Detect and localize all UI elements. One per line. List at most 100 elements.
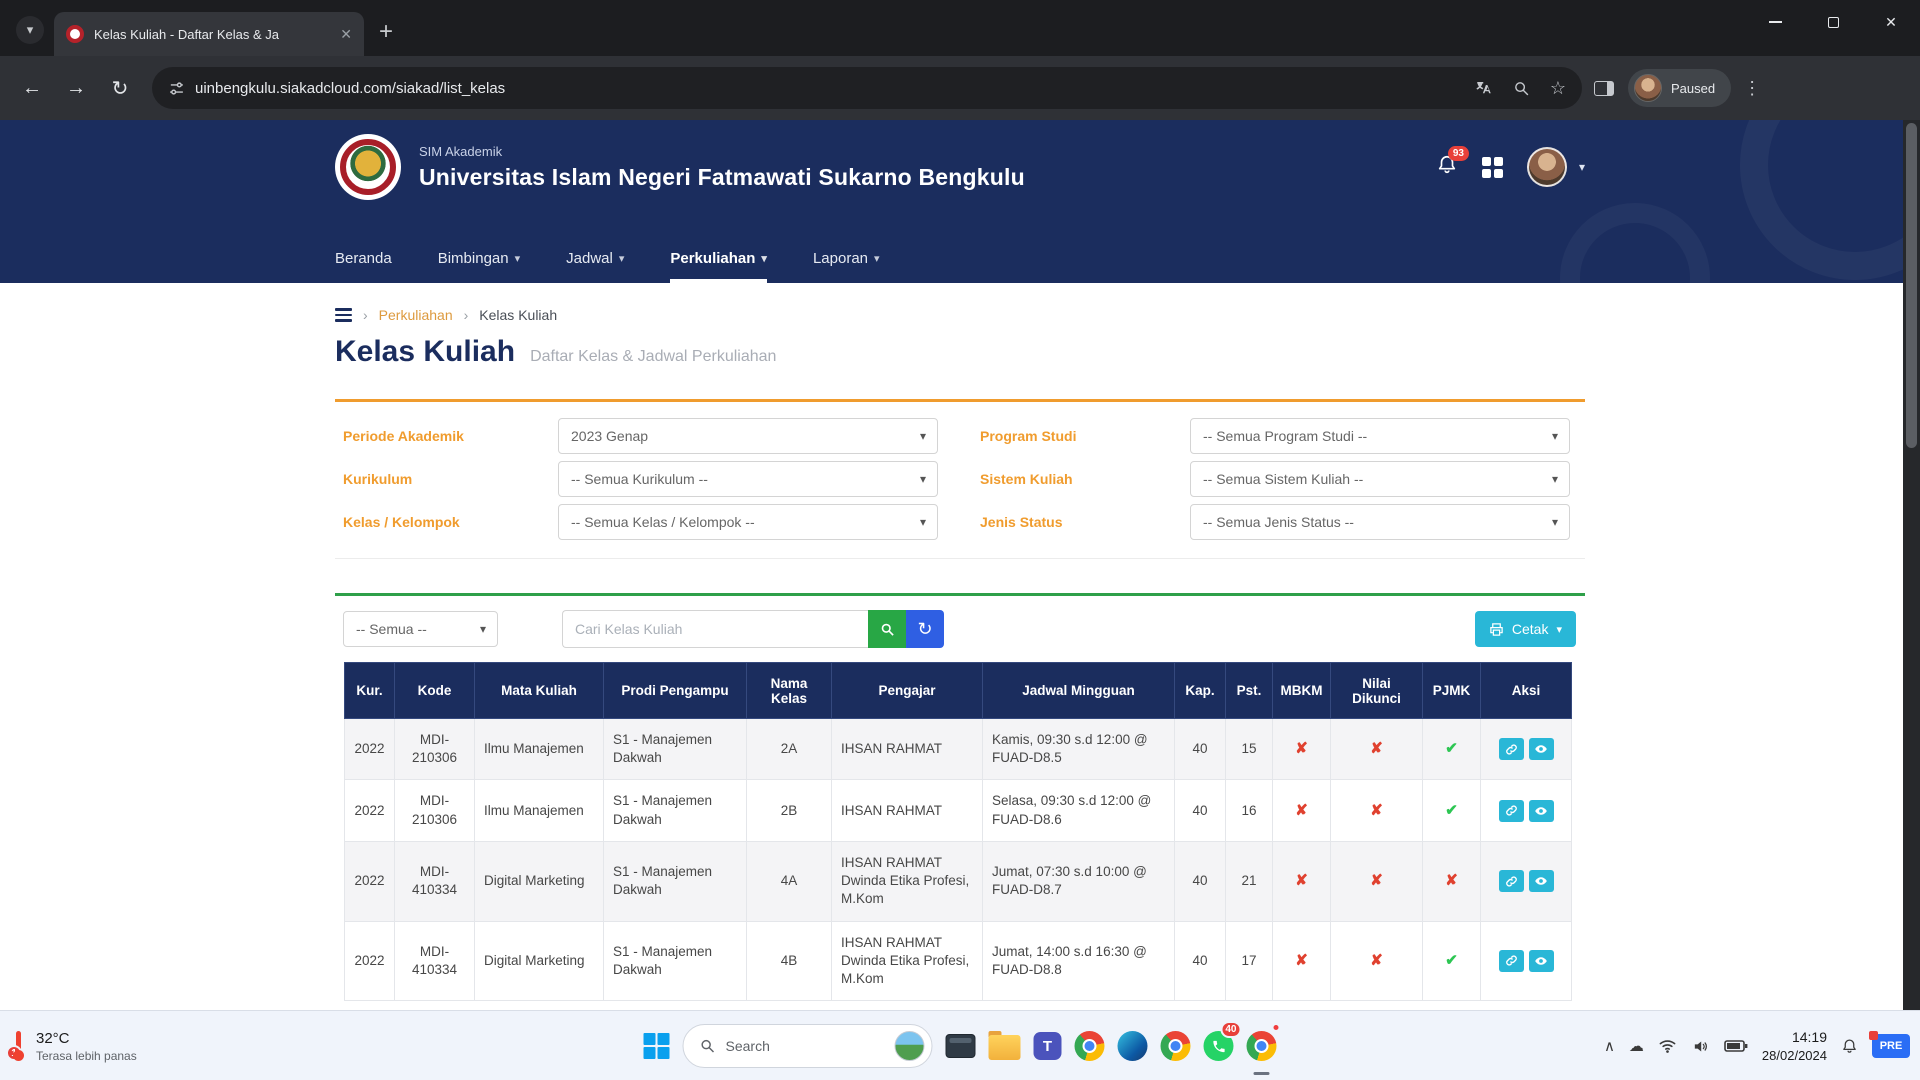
edge-button[interactable] xyxy=(1118,1011,1148,1080)
page-scrollbar[interactable] xyxy=(1903,120,1920,1010)
translate-icon[interactable] xyxy=(1475,79,1493,97)
search-icon xyxy=(700,1038,716,1054)
class-list-panel: -- Semua -- ↻ Cetak ▾ xyxy=(335,593,1585,1001)
print-button[interactable]: Cetak ▾ xyxy=(1475,611,1576,647)
window-maximize-button[interactable] xyxy=(1804,0,1862,44)
nav-item-bimbingan[interactable]: Bimbingan▾ xyxy=(438,250,520,283)
col-aksi: Aksi xyxy=(1481,663,1572,719)
nav-item-jadwal[interactable]: Jadwal▾ xyxy=(566,250,624,283)
search-button[interactable] xyxy=(868,610,906,648)
apps-grid-icon[interactable] xyxy=(1482,157,1503,178)
taskbar-clock[interactable]: 14:19 28/02/2024 xyxy=(1762,1028,1827,1064)
chrome-button-3[interactable] xyxy=(1247,1011,1277,1080)
page-size-select[interactable]: -- Semua -- xyxy=(343,611,498,647)
program-studi-select[interactable]: -- Semua Program Studi -- xyxy=(1190,418,1570,454)
battery-icon[interactable] xyxy=(1724,1039,1748,1053)
table-row: 2022 MDI-410334 Digital Marketing S1 - M… xyxy=(345,841,1572,921)
file-explorer-button[interactable] xyxy=(989,1011,1021,1080)
wifi-icon[interactable] xyxy=(1658,1038,1677,1054)
refresh-button[interactable]: ↻ xyxy=(906,610,944,648)
bookmark-star-icon[interactable]: ☆ xyxy=(1550,78,1566,99)
new-tab-button[interactable]: + xyxy=(370,16,402,48)
cell-prodi: S1 - Manajemen Dakwah xyxy=(604,719,747,780)
filter-label-jenis-status: Jenis Status xyxy=(980,514,1190,530)
col-kode: Kode xyxy=(395,663,475,719)
cell-kode: MDI-410334 xyxy=(395,921,475,1001)
thermometer-icon: 1 xyxy=(12,1031,26,1061)
sistem-kuliah-select[interactable]: -- Semua Sistem Kuliah -- xyxy=(1190,461,1570,497)
user-avatar[interactable] xyxy=(1527,147,1567,187)
browser-tab[interactable]: Kelas Kuliah - Daftar Kelas & Ja ✕ xyxy=(54,12,364,56)
search-highlight-thumbnail[interactable] xyxy=(895,1031,925,1061)
volume-icon[interactable] xyxy=(1691,1038,1710,1055)
table-row: 2022 MDI-210306 Ilmu Manajemen S1 - Mana… xyxy=(345,719,1572,780)
reload-button[interactable]: ↻ xyxy=(100,68,140,108)
browser-menu-icon[interactable]: ⋮ xyxy=(1735,78,1769,99)
address-bar[interactable]: uinbengkulu.siakadcloud.com/siakad/list_… xyxy=(152,67,1582,109)
cell-prodi: S1 - Manajemen Dakwah xyxy=(604,780,747,841)
view-button[interactable] xyxy=(1529,870,1554,892)
col-nama-kelas: Nama Kelas xyxy=(747,663,832,719)
nav-item-laporan[interactable]: Laporan▾ xyxy=(813,250,880,283)
nav-item-beranda[interactable]: Beranda xyxy=(335,250,392,283)
taskbar-search-box[interactable]: Search xyxy=(683,1024,933,1068)
notification-bell-icon[interactable] xyxy=(1841,1038,1858,1055)
col-kap: Kap. xyxy=(1175,663,1226,719)
cell-prodi: S1 - Manajemen Dakwah xyxy=(604,921,747,1001)
teams-button[interactable] xyxy=(1034,1011,1062,1080)
search-input[interactable] xyxy=(562,610,868,648)
breadcrumb-separator: › xyxy=(363,307,368,323)
chrome-button-2[interactable] xyxy=(1161,1011,1191,1080)
active-app-indicator xyxy=(1254,1072,1270,1075)
view-button[interactable] xyxy=(1529,738,1554,760)
tab-close-icon[interactable]: ✕ xyxy=(340,26,352,43)
page-subtitle: Daftar Kelas & Jadwal Perkuliahan xyxy=(530,348,776,366)
pre-badge[interactable]: PRE xyxy=(1872,1034,1910,1058)
forward-button[interactable]: → xyxy=(56,68,96,108)
profile-caret-icon[interactable]: ▾ xyxy=(1579,160,1585,174)
weather-badge: 1 xyxy=(6,1045,22,1061)
window-minimize-button[interactable] xyxy=(1746,0,1804,44)
nav-item-perkuliahan[interactable]: Perkuliahan▾ xyxy=(670,250,767,283)
kurikulum-select[interactable]: -- Semua Kurikulum -- xyxy=(558,461,938,497)
scrollbar-thumb[interactable] xyxy=(1906,123,1917,448)
notifications-button[interactable]: 93 xyxy=(1436,154,1458,181)
back-button[interactable]: ← xyxy=(12,68,52,108)
view-button[interactable] xyxy=(1529,950,1554,972)
tab-search-button[interactable]: ▾ xyxy=(16,16,44,44)
cell-pengajar: IHSAN RAHMAT Dwinda Etika Profesi, M.Kom xyxy=(832,841,983,921)
whatsapp-badge: 40 xyxy=(1220,1021,1241,1038)
whatsapp-button[interactable]: 40 xyxy=(1204,1011,1234,1080)
kelas-table: Kur. Kode Mata Kuliah Prodi Pengampu Nam… xyxy=(344,662,1572,1001)
breadcrumb-perkuliahan[interactable]: Perkuliahan xyxy=(379,307,453,323)
link-button[interactable] xyxy=(1499,800,1524,822)
site-settings-icon[interactable] xyxy=(168,80,185,97)
start-button[interactable] xyxy=(644,1011,670,1080)
menu-toggle-icon[interactable] xyxy=(335,308,352,322)
filter-label-program-studi: Program Studi xyxy=(980,428,1190,444)
jenis-status-select[interactable]: -- Semua Jenis Status -- xyxy=(1190,504,1570,540)
chevron-down-icon: ▾ xyxy=(515,252,521,265)
url-text[interactable]: uinbengkulu.siakadcloud.com/siakad/list_… xyxy=(195,80,505,97)
task-view-button[interactable] xyxy=(946,1011,976,1080)
link-button[interactable] xyxy=(1499,870,1524,892)
filter-label-periode: Periode Akademik xyxy=(343,428,558,444)
eye-icon xyxy=(1534,742,1548,756)
link-icon xyxy=(1505,954,1518,967)
nilai-dikunci-status-icon: ✘ xyxy=(1370,740,1383,757)
cell-nama-kelas: 4A xyxy=(747,841,832,921)
search-page-icon[interactable] xyxy=(1513,80,1530,97)
chrome-button[interactable] xyxy=(1075,1011,1105,1080)
link-button[interactable] xyxy=(1499,738,1524,760)
kelas-kelompok-select[interactable]: -- Semua Kelas / Kelompok -- xyxy=(558,504,938,540)
periode-akademik-select[interactable]: 2023 Genap xyxy=(558,418,938,454)
view-button[interactable] xyxy=(1529,800,1554,822)
side-panel-icon[interactable] xyxy=(1594,81,1614,96)
profile-chip[interactable]: Paused xyxy=(1628,69,1731,107)
onedrive-cloud-icon[interactable]: ☁ xyxy=(1629,1037,1644,1055)
window-close-button[interactable]: ✕ xyxy=(1862,0,1920,44)
search-icon xyxy=(880,622,895,637)
link-button[interactable] xyxy=(1499,950,1524,972)
tray-expand-button[interactable]: ∧ xyxy=(1604,1037,1615,1055)
weather-widget[interactable]: 1 32°C Terasa lebih panas xyxy=(12,1011,137,1080)
